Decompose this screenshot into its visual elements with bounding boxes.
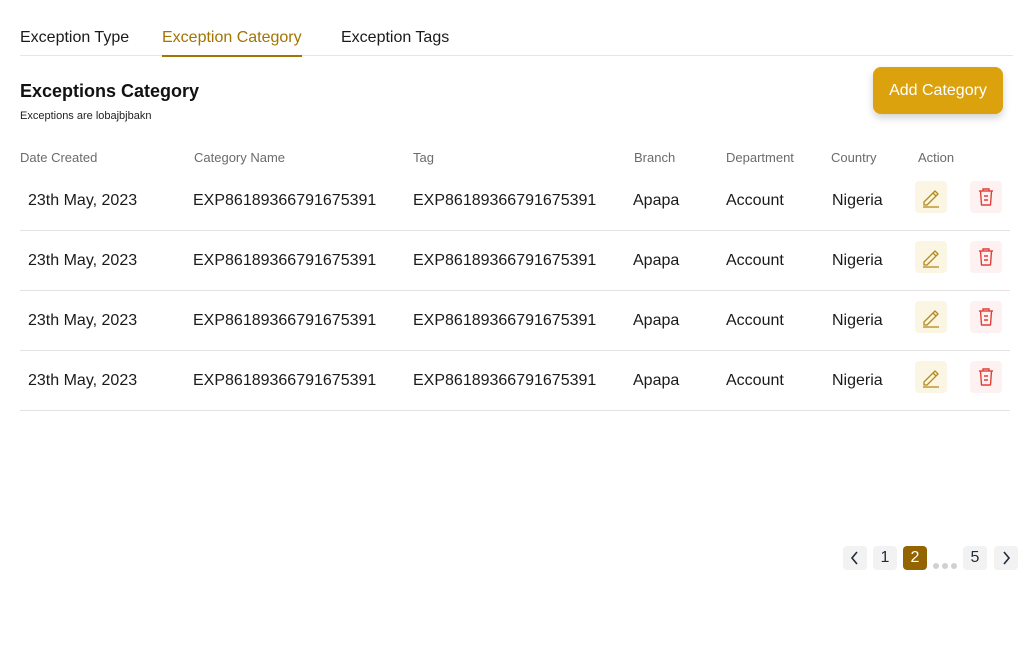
- cell-date-created: 23th May, 2023: [28, 312, 138, 329]
- header-tag: Tag: [413, 150, 434, 165]
- cell-department: Account: [726, 312, 784, 329]
- tab-bar: Exception Type Exception Category Except…: [20, 0, 1013, 57]
- table-row: 23th May, 2023 EXP86189366791675391 EXP861…: [20, 351, 1010, 411]
- page-1-button[interactable]: 1: [873, 546, 897, 570]
- cell-tag: EXP86189366791675391: [413, 372, 597, 389]
- cell-tag: EXP86189366791675391: [413, 192, 597, 209]
- cell-branch: Apapa: [633, 192, 680, 209]
- edit-button[interactable]: [915, 181, 947, 213]
- page-subtitle: Exceptions are lobajbjbakn: [20, 110, 152, 122]
- header-branch: Branch: [634, 150, 676, 165]
- pencil-icon: [923, 190, 939, 208]
- pencil-icon: [923, 370, 939, 388]
- cell-branch: Apapa: [633, 252, 680, 269]
- cell-date-created: 23th May, 2023: [28, 252, 138, 269]
- page-5-button[interactable]: 5: [963, 546, 987, 570]
- cell-branch: Apapa: [633, 372, 680, 389]
- add-category-button[interactable]: Add Category: [873, 67, 1003, 114]
- cell-category-name: EXP86189366791675391: [193, 252, 377, 269]
- table-row: 23th May, 2023 EXP86189366791675391 EXP861…: [20, 171, 1010, 231]
- cell-department: Account: [726, 252, 784, 269]
- prev-page-button[interactable]: [843, 546, 867, 570]
- edit-button[interactable]: [915, 301, 947, 333]
- delete-button[interactable]: [970, 361, 1002, 393]
- trash-icon: [979, 248, 993, 266]
- delete-button[interactable]: [970, 181, 1002, 213]
- table-row: 23th May, 2023 EXP86189366791675391 EXP861…: [20, 291, 1010, 351]
- cell-tag: EXP86189366791675391: [413, 252, 597, 269]
- page-title: Exceptions Category: [20, 81, 200, 101]
- cell-branch: Apapa: [633, 312, 680, 329]
- delete-button[interactable]: [970, 301, 1002, 333]
- tab-exception-type[interactable]: Exception Type: [20, 29, 129, 55]
- chevron-left-icon: [850, 551, 858, 565]
- cell-country: Nigeria: [832, 192, 883, 209]
- cell-date-created: 23th May, 2023: [28, 372, 138, 389]
- header-action: Action: [918, 150, 955, 165]
- header-date-created: Date Created: [20, 150, 98, 165]
- cell-country: Nigeria: [832, 372, 883, 389]
- header-category-name: Category Name: [194, 150, 286, 165]
- cell-country: Nigeria: [832, 252, 883, 269]
- edit-button[interactable]: [915, 241, 947, 273]
- pagination-ellipsis: [933, 563, 957, 569]
- chevron-right-icon: [1003, 551, 1011, 565]
- tab-exception-category[interactable]: Exception Category: [162, 29, 302, 57]
- trash-icon: [979, 188, 993, 206]
- page-2-button[interactable]: 2: [903, 546, 927, 570]
- cell-category-name: EXP86189366791675391: [193, 192, 377, 209]
- pencil-icon: [923, 250, 939, 268]
- table-row: 23th May, 2023 EXP86189366791675391 EXP861…: [20, 231, 1010, 291]
- cell-department: Account: [726, 192, 784, 209]
- pagination: 1 2 5: [0, 546, 1033, 570]
- table-header: Date Created Category Name Tag Branch De…: [20, 150, 1010, 170]
- cell-date-created: 23th May, 2023: [28, 192, 138, 209]
- trash-icon: [979, 368, 993, 386]
- cell-tag: EXP86189366791675391: [413, 312, 597, 329]
- cell-category-name: EXP86189366791675391: [193, 312, 377, 329]
- pencil-icon: [923, 310, 939, 328]
- cell-country: Nigeria: [832, 312, 883, 329]
- delete-button[interactable]: [970, 241, 1002, 273]
- header-country: Country: [831, 150, 877, 165]
- cell-category-name: EXP86189366791675391: [193, 372, 377, 389]
- tab-exception-tags[interactable]: Exception Tags: [341, 29, 449, 55]
- header-department: Department: [726, 150, 794, 165]
- trash-icon: [979, 308, 993, 326]
- cell-department: Account: [726, 372, 784, 389]
- next-page-button[interactable]: [994, 546, 1018, 570]
- edit-button[interactable]: [915, 361, 947, 393]
